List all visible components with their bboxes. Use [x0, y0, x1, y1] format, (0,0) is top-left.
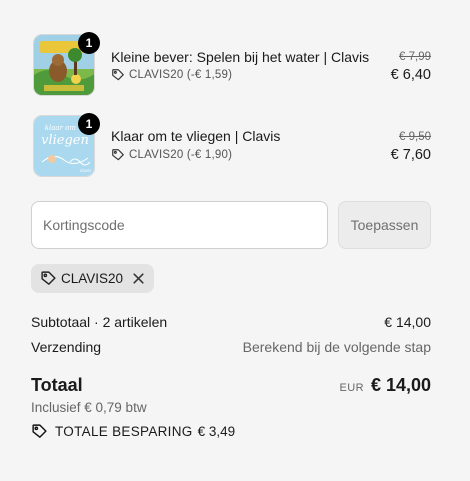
cart-line-item: 1 Kleine bever: Spelen bij het water | C…	[31, 32, 431, 98]
quantity-badge: 1	[78, 32, 100, 54]
compare-at-price: € 7,99	[399, 51, 431, 63]
tag-icon	[112, 149, 124, 161]
remove-discount-icon[interactable]	[132, 272, 145, 285]
shipping-label: Verzending	[31, 339, 102, 355]
line-discount: CLAVIS20 (-€ 1,90)	[111, 148, 232, 162]
svg-text:clavis: clavis	[80, 168, 91, 173]
shipping-row: Verzending Berekend bij de volgende stap	[31, 339, 431, 355]
tag-icon	[32, 424, 47, 438]
total-value: € 14,00	[370, 375, 431, 395]
tag-icon	[112, 69, 124, 81]
applied-code-label: CLAVIS20	[61, 271, 124, 286]
discount-label: CLAVIS20 (-€ 1,90)	[129, 149, 233, 161]
svg-text:vliegen: vliegen	[41, 133, 89, 148]
subtotal-value: € 14,00	[384, 314, 431, 330]
subtotal-label: Subtotaal · 2 artikelen	[31, 314, 168, 330]
line-discount: CLAVIS20 (-€ 1,59)	[111, 68, 232, 82]
product-thumbnail-wrap: 1	[31, 32, 100, 98]
tag-icon	[40, 270, 57, 287]
discount-label: CLAVIS20 (-€ 1,59)	[129, 69, 233, 81]
currency-code: EUR	[339, 382, 364, 394]
product-thumbnail-wrap: klaar om te vliegen clavis 1	[31, 113, 100, 179]
product-title: Kleine bever: Spelen bij het water | Cla…	[111, 49, 370, 65]
total-amount: EUR € 14,00	[340, 375, 432, 396]
line-price: € 7,60	[390, 147, 431, 163]
cart-line-item: klaar om te vliegen clavis 1 Klaar om te…	[31, 113, 431, 179]
applied-discount-chip: CLAVIS20	[31, 264, 155, 293]
total-label: Totaal	[31, 375, 83, 395]
shipping-value: Berekend bij de volgende stap	[242, 339, 431, 355]
total-savings: TOTALE BESPARING € 3,49	[31, 423, 235, 440]
product-title: Klaar om te vliegen | Clavis	[111, 128, 281, 144]
savings-label: TOTALE BESPARING	[55, 424, 193, 439]
savings-value: € 3,49	[197, 424, 236, 439]
total-row: Totaal EUR € 14,00	[31, 375, 431, 399]
subtotal-row: Subtotaal · 2 artikelen € 14,00	[31, 314, 431, 330]
line-price: € 6,40	[390, 67, 431, 83]
discount-code-input[interactable]	[31, 201, 328, 249]
tax-note: Inclusief € 0,79 btw	[31, 400, 147, 415]
compare-at-price: € 9,50	[399, 131, 431, 143]
apply-discount-button[interactable]: Toepassen	[338, 201, 431, 249]
quantity-badge: 1	[78, 113, 100, 135]
